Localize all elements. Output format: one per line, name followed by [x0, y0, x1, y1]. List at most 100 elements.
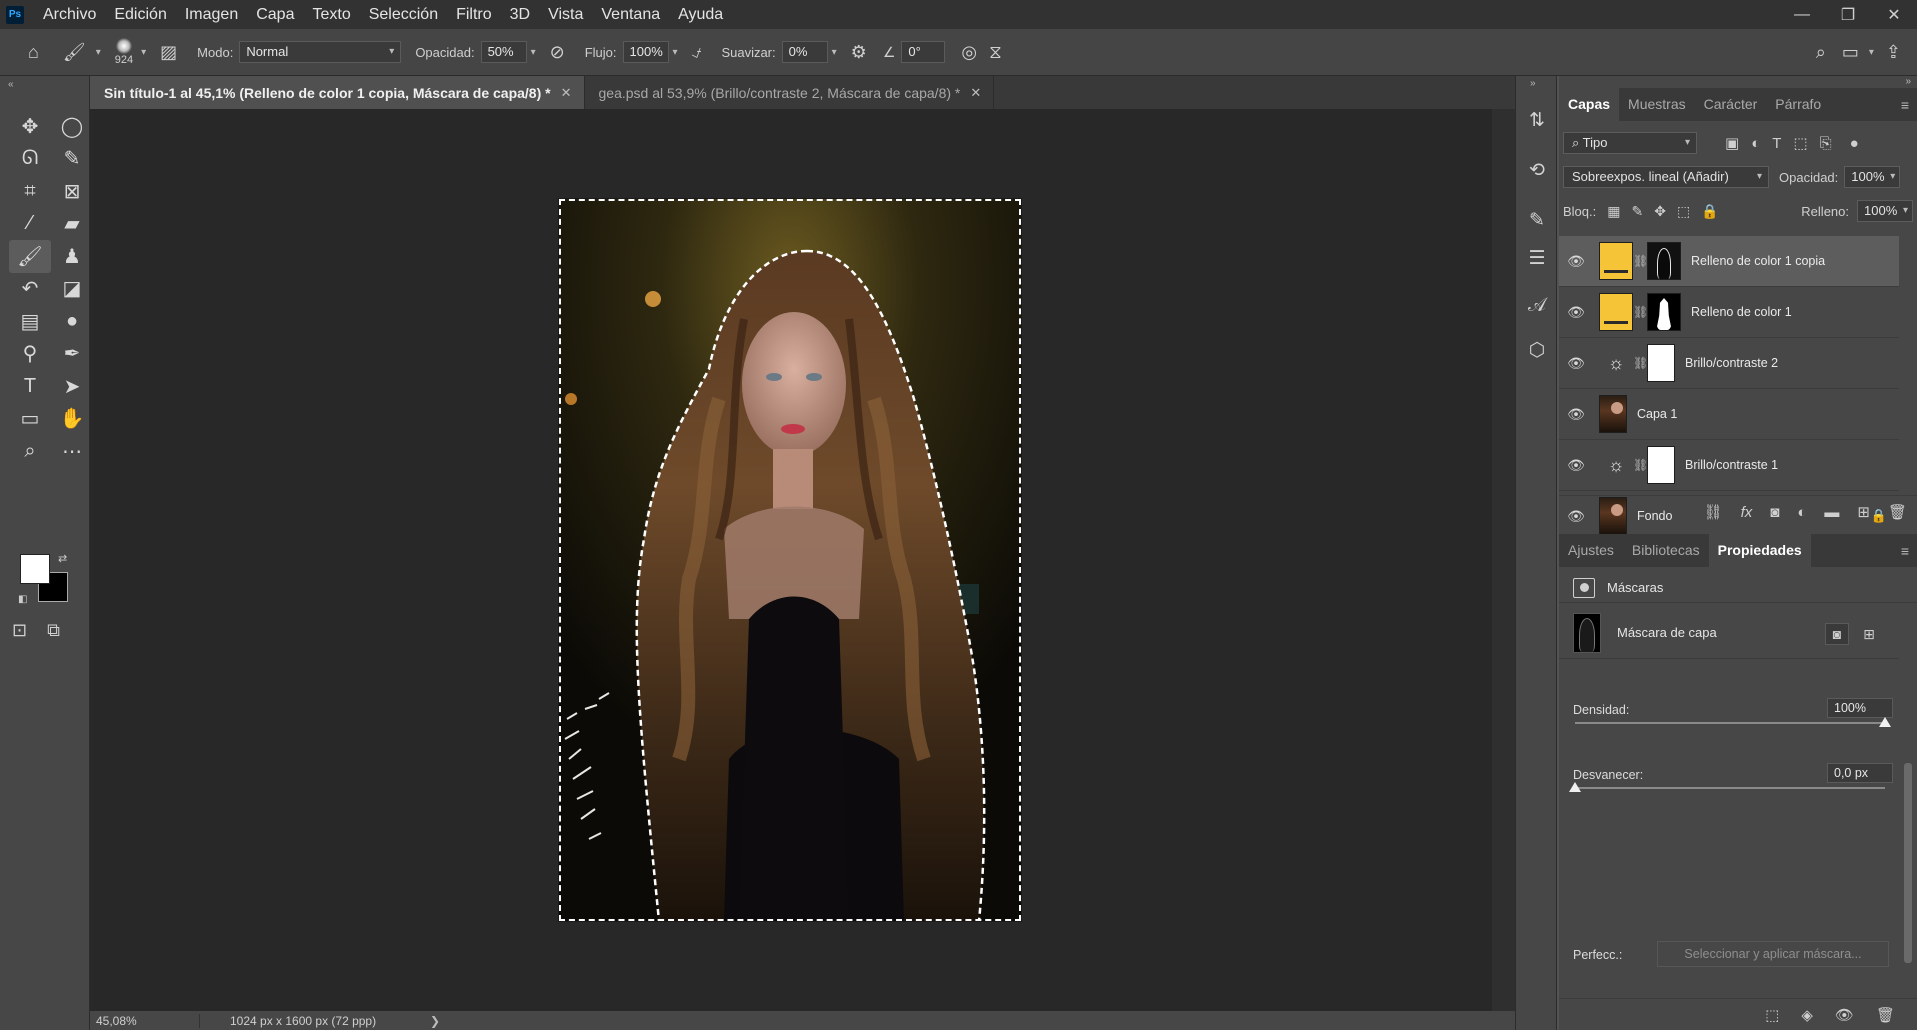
tab-propiedades[interactable]: Propiedades — [1708, 534, 1811, 567]
document-canvas[interactable] — [559, 199, 1021, 921]
tab-muestras[interactable]: Muestras — [1619, 88, 1695, 121]
link-icon[interactable]: ⛓ — [1633, 254, 1648, 268]
close-icon[interactable]: ✕ — [561, 85, 572, 101]
lock-pixels-icon[interactable]: ✎ — [1631, 203, 1643, 220]
move-tool-icon[interactable]: ✥ — [9, 110, 51, 143]
load-selection-icon[interactable]: ⬚ — [1765, 1006, 1779, 1024]
history-brush-icon[interactable]: ↶ — [9, 273, 51, 306]
pen-tool-icon[interactable]: ✒ — [51, 338, 93, 371]
blend-mode-select[interactable]: Sobreexpos. lineal (Añadir) ▾ — [1563, 166, 1769, 188]
panel-menu-icon[interactable]: ≡ — [1901, 97, 1909, 113]
layer-mask-thumbnail[interactable] — [1647, 293, 1681, 331]
collapse-panels-icon[interactable]: » — [1905, 76, 1911, 87]
tab-ajustes[interactable]: Ajustes — [1559, 534, 1623, 567]
blur-tool-icon[interactable]: ● — [51, 305, 93, 338]
fill-layer-thumbnail[interactable] — [1599, 293, 1633, 331]
minimize-button[interactable]: — — [1779, 0, 1825, 29]
clone-stamp-icon[interactable]: ♟ — [51, 240, 93, 273]
eye-icon[interactable]: 👁 — [1559, 304, 1593, 321]
layer-row[interactable]: 👁 ☼ ⛓ Brillo/contraste 2 — [1559, 338, 1899, 389]
menu-seleccion[interactable]: Selección — [360, 0, 447, 29]
filter-pixel-icon[interactable]: ▣ — [1725, 134, 1739, 152]
layer-row[interactable]: 👁 ☼ ⛓ Brillo/contraste 1 — [1559, 440, 1899, 491]
link-icon[interactable]: ⛓ — [1633, 305, 1648, 319]
menu-vista[interactable]: Vista — [539, 0, 592, 29]
collapse-toolbar-icon[interactable]: « — [8, 79, 14, 90]
apply-mask-icon[interactable]: ◈ — [1801, 1006, 1813, 1024]
menu-ayuda[interactable]: Ayuda — [669, 0, 732, 29]
layer-mask-thumbnail[interactable] — [1647, 446, 1675, 484]
quick-mask-icon[interactable]: ⊡ — [12, 620, 27, 641]
menu-archivo[interactable]: Archivo — [34, 0, 105, 29]
menu-capa[interactable]: Capa — [247, 0, 303, 29]
channels-icon[interactable]: ⇅ — [1525, 108, 1549, 132]
tab-bibliotecas[interactable]: Bibliotecas — [1623, 534, 1709, 567]
menu-edicion[interactable]: Edición — [105, 0, 175, 29]
opacity-dropdown-icon[interactable]: ▾ — [531, 47, 536, 58]
lasso-tool-icon[interactable]: ᘏ — [9, 143, 51, 176]
angle-input[interactable]: 0° — [901, 41, 946, 63]
layer-row[interactable]: 👁 ⛓ Relleno de color 1 copia — [1559, 236, 1899, 287]
filter-shape-icon[interactable]: ⬚ — [1793, 134, 1807, 152]
lock-all-icon[interactable]: 🔒 — [1701, 203, 1718, 220]
tab-parrafo[interactable]: Párrafo — [1766, 88, 1830, 121]
path-selection-icon[interactable]: ➤ — [51, 370, 93, 403]
lock-transparency-icon[interactable]: ▦ — [1607, 203, 1620, 220]
eye-icon[interactable]: 👁 — [1559, 457, 1593, 474]
close-window-button[interactable]: ✕ — [1871, 0, 1917, 29]
feather-input[interactable]: 0,0 px — [1827, 763, 1893, 783]
brush-preset-dropdown-icon[interactable]: ▾ — [141, 47, 146, 58]
brightness-contrast-icon[interactable]: ☼ — [1599, 446, 1633, 484]
link-layers-icon[interactable]: ⛓ — [1704, 503, 1723, 521]
smoothing-input[interactable]: 0% — [781, 41, 828, 63]
search-icon[interactable]: ⌕ — [1816, 42, 1826, 63]
menu-ventana[interactable]: Ventana — [592, 0, 669, 29]
eye-icon[interactable]: 👁 — [1559, 406, 1593, 423]
airbrush-icon[interactable]: ⍻ — [692, 42, 702, 63]
eye-icon[interactable]: 👁 — [1559, 355, 1593, 372]
layer-opacity-input[interactable]: 100% ▾ — [1844, 166, 1901, 188]
fill-layer-thumbnail[interactable] — [1599, 242, 1633, 280]
history-icon[interactable]: ⟲ — [1525, 158, 1549, 182]
feather-slider-thumb[interactable] — [1569, 782, 1581, 792]
eye-icon[interactable]: 👁 — [1559, 253, 1593, 270]
panel-menu-icon[interactable]: ≡ — [1901, 543, 1909, 559]
tab-caracter[interactable]: Carácter — [1695, 88, 1767, 121]
quick-selection-icon[interactable]: ✎ — [51, 143, 93, 176]
layer-row[interactable]: 👁 ⛓ Relleno de color 1 — [1559, 287, 1899, 338]
brush-preset-picker[interactable]: 924 — [115, 38, 133, 66]
brightness-contrast-icon[interactable]: ☼ — [1599, 344, 1633, 382]
vector-mask-button[interactable]: ⊞ — [1857, 623, 1881, 645]
eyedropper-icon[interactable]: ⁄ — [9, 208, 51, 241]
menu-imagen[interactable]: Imagen — [176, 0, 247, 29]
trash-icon[interactable]: 🗑 — [1876, 1006, 1895, 1024]
smoothing-dropdown-icon[interactable]: ▾ — [832, 47, 837, 58]
link-icon[interactable]: ⛓ — [1633, 458, 1648, 472]
flow-dropdown-icon[interactable]: ▾ — [673, 47, 678, 58]
density-input[interactable]: 100% — [1827, 698, 1893, 718]
adjustments-panel-icon[interactable]: ☰ — [1525, 246, 1549, 270]
healing-brush-icon[interactable]: ▰ — [51, 208, 93, 241]
menu-texto[interactable]: Texto — [303, 0, 359, 29]
opacity-input[interactable]: 50% — [480, 41, 527, 63]
crop-tool-icon[interactable]: ⌗ — [9, 175, 51, 208]
elliptical-marquee-icon[interactable]: ◯ — [51, 110, 93, 143]
pixel-mask-button[interactable]: ◙ — [1825, 623, 1849, 645]
flow-input[interactable]: 100% — [622, 41, 669, 63]
link-icon[interactable]: ⛓ — [1633, 356, 1648, 370]
menu-filtro[interactable]: Filtro — [447, 0, 501, 29]
fx-icon[interactable]: fx — [1741, 504, 1753, 521]
eraser-icon[interactable]: ◪ — [51, 273, 93, 306]
foreground-color-swatch[interactable] — [20, 554, 50, 584]
brush-settings-icon[interactable]: ▨ — [160, 42, 177, 63]
density-track[interactable] — [1575, 722, 1885, 724]
new-group-icon[interactable]: ▬ — [1824, 504, 1839, 521]
tab-sin-titulo-1[interactable]: Sin título-1 al 45,1% (Relleno de color … — [90, 76, 585, 109]
menu-3d[interactable]: 3D — [501, 0, 539, 29]
feather-track[interactable] — [1575, 787, 1885, 789]
close-icon[interactable]: ✕ — [970, 85, 981, 101]
dodge-tool-icon[interactable]: ⚲ — [9, 338, 51, 371]
share-icon[interactable]: ⇪ — [1886, 42, 1901, 63]
canvas-scrollbar[interactable] — [1492, 109, 1515, 1011]
new-adjustment-icon[interactable]: ◐ — [1797, 504, 1806, 521]
